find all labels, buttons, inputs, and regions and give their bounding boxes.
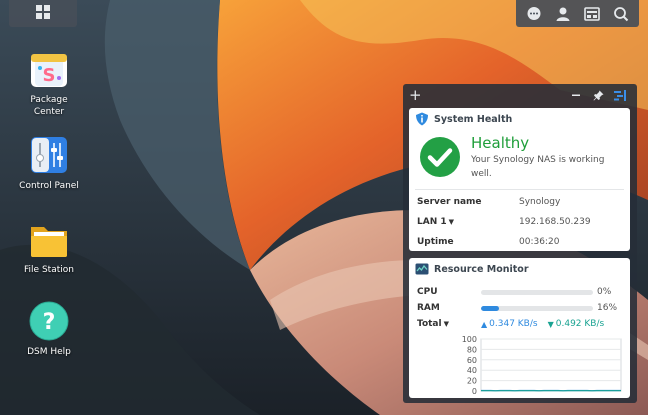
pin-button[interactable] (587, 86, 609, 104)
lan-ip-value: 192.168.50.239 (519, 217, 591, 227)
widgets-icon (584, 6, 600, 21)
ram-usage-bar (481, 305, 593, 311)
system-health-title-text: System Health (434, 113, 513, 125)
upload-rate: ▲ 0.347 KB/s (481, 319, 538, 329)
user-icon (556, 7, 570, 21)
network-chart-svg: 10080 6040 200 (462, 335, 622, 396)
download-arrow-icon: ▼ (547, 319, 554, 329)
chart-y-tick-label: 0 (472, 387, 477, 396)
info-row-server-name: Server name Synology (409, 192, 630, 212)
pin-icon (593, 90, 603, 100)
ram-usage-fill (481, 305, 499, 311)
health-message: Your Synology NAS is working well. (471, 155, 605, 179)
file-station-label: File Station (24, 265, 74, 275)
health-status-label: Healthy (471, 134, 530, 152)
lan-selector[interactable]: LAN 1 ▼ (417, 217, 519, 227)
file-station-icon (28, 218, 70, 260)
server-name-value: Synology (519, 197, 561, 207)
server-name-key: Server name (417, 197, 482, 207)
uptime-key: Uptime (417, 237, 454, 247)
cpu-usage-bar (481, 289, 593, 295)
dsm-help-label: DSM Help (27, 347, 71, 357)
svg-text:S: S (43, 65, 56, 86)
minimize-icon (572, 94, 580, 96)
download-rate: ▼ 0.492 KB/s (547, 319, 605, 329)
chat-icon (527, 6, 541, 20)
search-button[interactable] (610, 3, 632, 25)
caret-down-icon[interactable]: ▼ (449, 218, 454, 226)
system-health-widget: System Health Healthy Your Synology NAS … (409, 108, 630, 251)
shield-info-icon (416, 112, 428, 126)
desktop-icon-dsm-help[interactable]: ? DSM Help (10, 300, 88, 358)
resource-monitor-title: Resource Monitor (409, 258, 630, 280)
chart-y-tick-label: 100 (462, 336, 477, 344)
control-panel-icon (28, 134, 70, 176)
desktop-icon-control-panel[interactable]: Control Panel (10, 134, 88, 192)
uptime-value: 00:36:20 (519, 237, 560, 247)
top-right-toolbar (516, 0, 639, 27)
cpu-row: CPU 0% (409, 284, 630, 300)
chat-button[interactable] (523, 3, 545, 25)
caret-down-icon[interactable]: ▼ (444, 320, 449, 328)
resource-rows: CPU 0% RAM 16% Total ▼ ▲ 0.347 KB/s ▼ 0.492… (409, 280, 630, 332)
chart-y-tick-label: 40 (467, 366, 477, 375)
network-chart: 100 80 60 40 20 0 (415, 335, 624, 396)
network-row: Total ▼ ▲ 0.347 KB/s ▼ 0.492 KB/s (409, 316, 630, 332)
system-health-title: System Health (409, 108, 630, 130)
widget-panel-header: + (403, 84, 637, 106)
chart-y-tick-label: 60 (467, 356, 477, 365)
chart-y-tick-label: 80 (467, 345, 477, 354)
resource-monitor-widget: Resource Monitor CPU 0% RAM 16% Total ▼ ▲… (409, 258, 630, 398)
cpu-label: CPU (417, 287, 438, 297)
add-widget-button[interactable]: + (409, 86, 427, 104)
svg-text:?: ? (43, 310, 56, 335)
chart-plot-area (480, 338, 622, 392)
layout-button[interactable] (609, 86, 631, 104)
chart-y-tick-label: 20 (467, 377, 477, 386)
health-status: Healthy Your Synology NAS is working wel… (409, 130, 630, 189)
package-center-icon: S (28, 48, 70, 90)
desktop-icon-package-center[interactable]: S Package Center (10, 48, 88, 118)
healthy-check-icon (420, 137, 460, 177)
main-menu-button[interactable] (9, 0, 77, 27)
monitor-chart-icon (415, 263, 429, 275)
widget-panel: + System Health Healthy Your Synology NA… (403, 84, 637, 403)
control-panel-label: Control Panel (19, 181, 79, 191)
ram-percent: 16% (597, 303, 618, 313)
health-text: Healthy Your Synology NAS is working wel… (471, 134, 604, 181)
ram-row: RAM 16% (409, 300, 630, 316)
upload-arrow-icon: ▲ (481, 319, 488, 329)
minimize-button[interactable] (565, 86, 587, 104)
widgets-button[interactable] (581, 3, 603, 25)
ram-label: RAM (417, 303, 440, 313)
health-info-rows: Server name Synology LAN 1 ▼ 192.168.50.2… (409, 190, 630, 252)
info-row-lan: LAN 1 ▼ 192.168.50.239 (409, 212, 630, 232)
info-row-uptime: Uptime 00:36:20 (409, 232, 630, 252)
search-icon (613, 6, 628, 21)
network-selector[interactable]: Total ▼ (417, 319, 481, 329)
help-icon: ? (28, 300, 70, 342)
grid-icon (36, 4, 50, 23)
package-center-label: Package Center (30, 95, 68, 117)
user-button[interactable] (552, 3, 574, 25)
resource-monitor-title-text: Resource Monitor (434, 263, 529, 275)
layout-icon (614, 89, 626, 101)
cpu-percent: 0% (597, 287, 612, 297)
desktop-icon-file-station[interactable]: File Station (10, 218, 88, 276)
